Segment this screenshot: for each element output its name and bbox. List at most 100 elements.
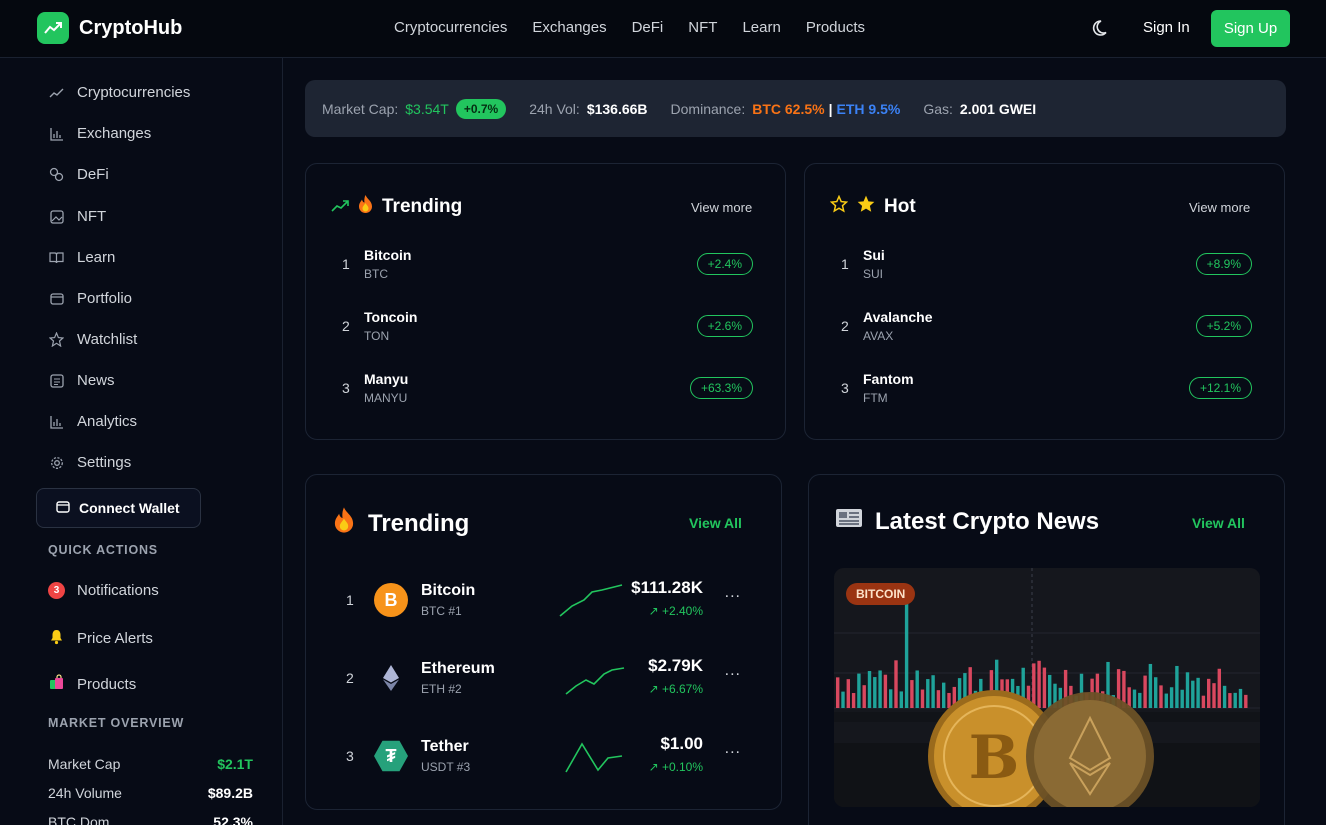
more-options-button[interactable]: ... xyxy=(725,740,741,758)
btc-dominance: BTC 62.5% xyxy=(752,100,825,117)
coin-symbol: AVAX xyxy=(863,329,894,343)
sidebar-item-exchanges[interactable]: Exchanges xyxy=(48,125,151,142)
candle-bar xyxy=(862,685,866,708)
candle-bar xyxy=(836,677,840,708)
sidebar-item-label: News xyxy=(77,372,115,389)
candle-bar xyxy=(1154,677,1158,708)
candle-bar xyxy=(899,691,903,708)
sidebar-item-label: Cryptocurrencies xyxy=(77,84,191,101)
brand[interactable]: CryptoHub xyxy=(37,12,182,44)
view-more-link[interactable]: View more xyxy=(1189,200,1250,215)
candle-bar xyxy=(883,674,888,708)
sidebar-item-portfolio[interactable]: Portfolio xyxy=(48,290,132,307)
candle-bar xyxy=(1244,694,1248,708)
market-overview-value: $89.2B xyxy=(207,785,253,801)
sidebar-item-settings[interactable]: Settings xyxy=(48,454,131,471)
nav-link-products[interactable]: Products xyxy=(806,19,865,36)
sign-in-link[interactable]: Sign In xyxy=(1143,19,1190,36)
sign-up-button[interactable]: Sign Up xyxy=(1211,10,1290,47)
sidebar-item-label: Exchanges xyxy=(77,125,152,142)
news-article-image[interactable]: B BITCOIN xyxy=(834,568,1260,807)
card-title-text: Latest Crypto News xyxy=(875,507,1100,535)
candle-bar xyxy=(904,599,909,708)
market-overview-row: Market Cap $2.1T xyxy=(48,756,253,772)
rank-number: 2 xyxy=(841,318,849,334)
moon-icon[interactable] xyxy=(1092,18,1112,38)
sidebar-item-analytics[interactable]: Analytics xyxy=(48,413,137,430)
view-more-link[interactable]: View more xyxy=(691,200,752,215)
candle-bar xyxy=(1132,689,1137,708)
coin-rank-symbol: BTC #1 xyxy=(421,604,462,618)
sidebar-item-label: Settings xyxy=(77,454,132,471)
candle-bar xyxy=(878,670,882,708)
dominance-label: Dominance: xyxy=(670,100,746,117)
quick-action-notifications[interactable]: 3 Notifications xyxy=(48,582,159,599)
coin-price: $2.79K xyxy=(648,656,703,675)
trend-icon xyxy=(331,196,349,218)
more-options-button[interactable]: ... xyxy=(725,584,741,602)
quick-action-price-alerts[interactable]: Price Alerts xyxy=(48,628,153,649)
list-item[interactable]: 1 Sui SUI +8.9% xyxy=(841,244,1252,284)
quick-action-label: Notifications xyxy=(77,582,159,599)
price-change: ↗ +2.40% xyxy=(648,604,703,618)
view-all-link[interactable]: View All xyxy=(689,515,742,531)
rank-number: 2 xyxy=(342,318,350,334)
star-icon xyxy=(48,331,65,348)
market-stats-bar: Market Cap: $3.54T +0.7% 24h Vol: $136.6… xyxy=(305,80,1286,137)
market-overview-label: BTC Dom xyxy=(48,814,110,825)
nav-link-learn[interactable]: Learn xyxy=(742,19,780,36)
candle-bar xyxy=(846,679,850,708)
candle-bar xyxy=(1032,663,1036,708)
coin-name: Toncoin xyxy=(364,309,418,325)
candle-bar xyxy=(867,671,872,708)
list-item[interactable]: 1 Bitcoin BTC +2.4% xyxy=(342,244,753,284)
candle-bar xyxy=(1148,663,1153,708)
gas-value: 2.001 GWEI xyxy=(959,100,1037,117)
list-item[interactable]: 2 Toncoin TON +2.6% xyxy=(342,306,753,346)
hot-card-title: Hot xyxy=(829,194,916,220)
sidebar-item-label: Portfolio xyxy=(77,290,133,307)
quick-action-products[interactable]: Products xyxy=(48,674,136,695)
newspaper-icon xyxy=(48,372,65,389)
sidebar-item-cryptocurrencies[interactable]: Cryptocurrencies xyxy=(48,84,190,101)
nav-link-exchanges[interactable]: Exchanges xyxy=(532,19,606,36)
table-row[interactable]: 1 B Bitcoin BTC #1 $111.28K ↗ +2.40% ... xyxy=(346,574,746,626)
fire-icon xyxy=(357,194,374,220)
candle-bar xyxy=(851,693,856,708)
connect-wallet-button[interactable]: Connect Wallet xyxy=(36,488,201,528)
coin-name: Bitcoin xyxy=(364,247,412,263)
nav-links: Cryptocurrencies Exchanges DeFi NFT Lear… xyxy=(394,19,865,36)
coin-symbol: BTC xyxy=(364,267,388,281)
coin-symbol: MANYU xyxy=(364,391,408,405)
list-item[interactable]: 2 Avalanche AVAX +5.2% xyxy=(841,306,1252,346)
sidebar-item-nft[interactable]: NFT xyxy=(48,208,106,225)
view-all-link[interactable]: View All xyxy=(1192,515,1245,531)
candle-bar xyxy=(1042,667,1047,708)
candle-bar xyxy=(1159,685,1163,708)
trend-icon xyxy=(48,84,65,101)
candle-bar xyxy=(910,680,914,708)
market-cap-label: Market Cap: xyxy=(322,100,399,117)
sidebar-item-news[interactable]: News xyxy=(48,372,115,389)
sidebar-item-learn[interactable]: Learn xyxy=(48,249,115,266)
gas-label: Gas: xyxy=(923,100,953,117)
candle-bar xyxy=(1048,674,1052,708)
table-row[interactable]: 2 Ethereum ETH #2 $2.79K ↗ +6.67% ... xyxy=(346,652,746,704)
list-item[interactable]: 3 Fantom FTM +12.1% xyxy=(841,368,1252,408)
nav-link-defi[interactable]: DeFi xyxy=(632,19,664,36)
more-options-button[interactable]: ... xyxy=(725,662,741,680)
list-item[interactable]: 3 Manyu MANYU +63.3% xyxy=(342,368,753,408)
candle-bar xyxy=(894,660,898,708)
candle-bar xyxy=(1180,689,1184,708)
trending-card: Trending View more 1 Bitcoin BTC +2.4% 2 … xyxy=(305,163,786,440)
change-badge: +8.9% xyxy=(1195,253,1252,275)
sidebar-item-watchlist[interactable]: Watchlist xyxy=(48,331,137,348)
sidebar-item-defi[interactable]: DeFi xyxy=(48,166,109,183)
table-row[interactable]: 3 ₮ Tether USDT #3 $1.00 ↗ +0.10% ... xyxy=(346,730,746,782)
candle-bar xyxy=(926,679,930,708)
nav-link-nft[interactable]: NFT xyxy=(688,19,717,36)
nav-link-cryptocurrencies[interactable]: Cryptocurrencies xyxy=(394,19,507,36)
rank-number: 1 xyxy=(841,256,849,272)
sparkline-chart xyxy=(559,584,623,617)
market-overview-label: Market Cap xyxy=(48,756,121,772)
